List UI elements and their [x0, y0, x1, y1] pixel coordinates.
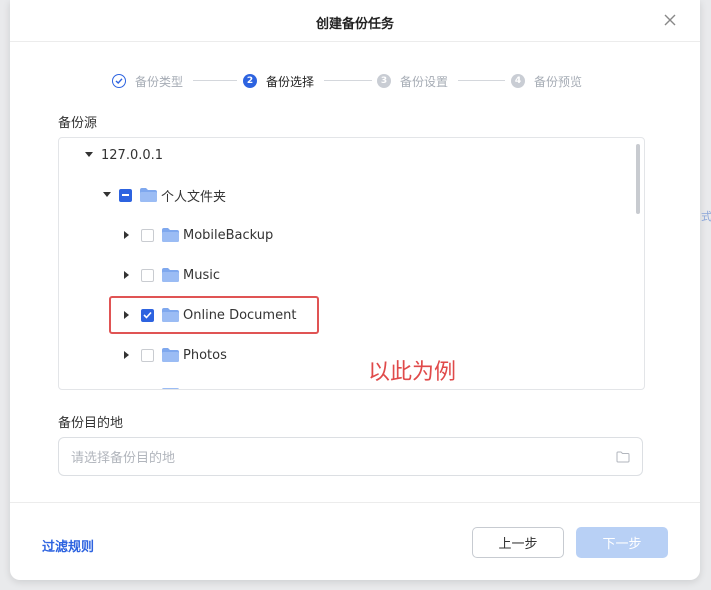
tree-node-folder-partial[interactable] — [141, 384, 179, 389]
backup-source-label: 备份源 — [58, 116, 98, 131]
folder-icon — [140, 188, 157, 202]
checkbox[interactable] — [141, 268, 154, 282]
backup-source-tree[interactable]: 127.0.0.1 个人文件夹 MobileBackup Music Onlin… — [58, 137, 645, 390]
tree-node-label: Photos — [183, 347, 227, 363]
create-backup-task-dialog: 创建备份任务 备份类型 2 备份选择 3 备份设置 4 备份预览 备份源 127… — [10, 0, 700, 580]
step-label: 备份类型 — [135, 74, 184, 89]
background-text-fragment: 式 — [701, 210, 711, 223]
tree-node-label: Music — [183, 267, 220, 283]
step-connector — [458, 80, 505, 81]
folder-icon — [162, 228, 179, 242]
step-label: 备份设置 — [400, 74, 449, 89]
tree-node-label: 127.0.0.1 — [101, 147, 164, 163]
step-backup-selection: 2 备份选择 — [243, 72, 314, 90]
caret-right-icon[interactable] — [121, 349, 133, 361]
folder-icon — [162, 348, 179, 362]
destination-placeholder: 请选择备份目的地 — [71, 451, 176, 466]
folder-icon — [162, 268, 179, 282]
folder-outline-icon[interactable] — [616, 451, 630, 463]
checkbox[interactable] — [141, 228, 154, 242]
filter-rules-link[interactable]: 过滤规则 — [42, 536, 94, 555]
tree-node-label: MobileBackup — [183, 227, 274, 243]
tree-node-personal-folder[interactable]: 个人文件夹 — [101, 184, 226, 206]
tree-node-folder[interactable]: Photos — [121, 344, 227, 366]
tree-node-label: 个人文件夹 — [161, 189, 227, 205]
step-number: 4 — [511, 74, 525, 88]
previous-step-button[interactable]: 上一步 — [472, 527, 564, 558]
scrollbar[interactable] — [636, 144, 640, 214]
step-connector — [193, 80, 237, 81]
partial-checkbox[interactable] — [119, 188, 132, 202]
annotation-text: 以此为例 — [368, 360, 457, 385]
footer-divider — [10, 502, 700, 503]
header-divider — [10, 41, 700, 42]
tree-node-root[interactable]: 127.0.0.1 — [83, 144, 163, 166]
next-step-button[interactable]: 下一步 — [576, 527, 668, 558]
step-number: 3 — [377, 74, 391, 88]
caret-down-icon[interactable] — [83, 149, 95, 161]
tree-node-folder[interactable]: MobileBackup — [121, 224, 273, 246]
step-backup-preview: 4 备份预览 — [511, 72, 582, 90]
close-icon[interactable] — [662, 12, 678, 28]
caret-right-icon[interactable] — [121, 229, 133, 241]
step-label: 备份选择 — [266, 74, 315, 89]
checkbox[interactable] — [141, 388, 154, 389]
step-backup-settings: 3 备份设置 — [377, 72, 448, 90]
tree-node-folder[interactable]: Music — [121, 264, 220, 286]
backup-destination-label: 备份目的地 — [58, 416, 124, 431]
folder-icon — [162, 388, 179, 389]
check-circle-icon — [112, 74, 126, 88]
highlight-box — [109, 296, 319, 334]
step-label: 备份预览 — [534, 74, 583, 89]
checkbox[interactable] — [141, 348, 154, 362]
step-connector — [324, 80, 372, 81]
step-number: 2 — [243, 74, 257, 88]
dialog-title: 创建备份任务 — [315, 17, 394, 32]
step-backup-type: 备份类型 — [112, 72, 183, 90]
caret-right-icon[interactable] — [121, 269, 133, 281]
caret-down-icon[interactable] — [101, 189, 113, 201]
backup-destination-input[interactable]: 请选择备份目的地 — [58, 437, 643, 476]
